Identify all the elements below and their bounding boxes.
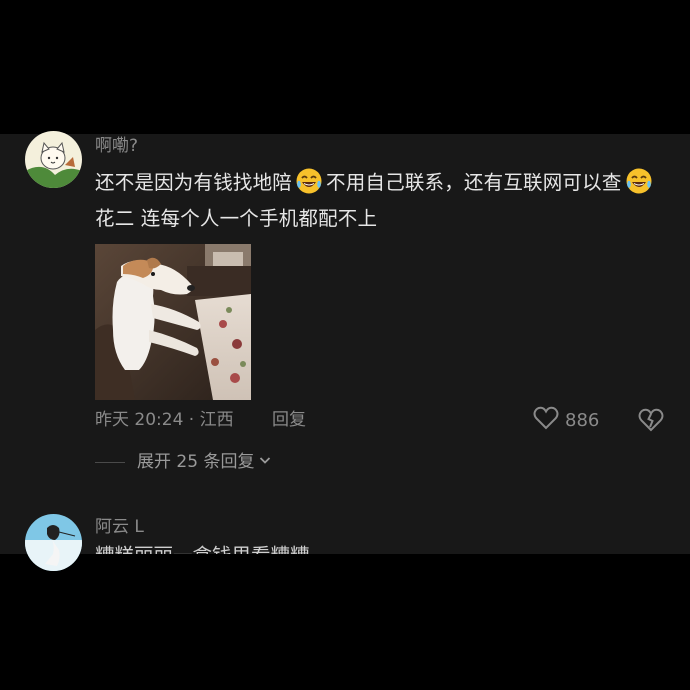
expand-divider bbox=[95, 462, 125, 463]
comment-username[interactable]: 啊嘞? bbox=[95, 136, 138, 156]
expand-replies-button[interactable]: 展开 25 条回复 bbox=[137, 451, 272, 473]
comment-image[interactable] bbox=[95, 244, 251, 400]
screenshot-frame: 啊嘞? 还不是因为有钱找地陪 不用自己联系，还有互联网可以查花二 连每个人一个手… bbox=[0, 0, 690, 690]
chevron-down-icon bbox=[254, 451, 272, 473]
comment-text-part2: 不用自己联系，还有互联网可以查 bbox=[326, 171, 622, 194]
heart-icon bbox=[533, 406, 559, 434]
second-comment-username[interactable]: 阿云 L bbox=[95, 517, 144, 537]
second-comment-text-partial: 糟糕丽丽一盒钱里看糟糟 bbox=[95, 544, 310, 554]
comment-text-part1: 还不是因为有钱找地陪 bbox=[95, 171, 293, 194]
laughing-tears-emoji-icon bbox=[625, 167, 653, 195]
partial-line-clip: 糟糕丽丽一盒钱里看糟糟 bbox=[0, 544, 690, 554]
user-avatar[interactable] bbox=[25, 514, 82, 571]
reply-button[interactable]: 回复 bbox=[272, 409, 306, 431]
expand-replies-label: 展开 25 条回复 bbox=[137, 452, 255, 472]
like-button[interactable]: 886 bbox=[533, 406, 599, 434]
comment-body: 还不是因为有钱找地陪 不用自己联系，还有互联网可以查 花二 连每个人一个手机都配… bbox=[95, 165, 675, 237]
laughing-tears-emoji-icon bbox=[295, 167, 323, 195]
comment-text-part3: 花二 连每个人一个手机都配不上 bbox=[95, 207, 378, 230]
like-count: 886 bbox=[565, 409, 600, 431]
broken-heart-icon[interactable] bbox=[637, 406, 665, 434]
user-avatar[interactable] bbox=[25, 131, 82, 188]
comment-timestamp-location: 昨天 20:24 · 江西 bbox=[95, 410, 234, 430]
